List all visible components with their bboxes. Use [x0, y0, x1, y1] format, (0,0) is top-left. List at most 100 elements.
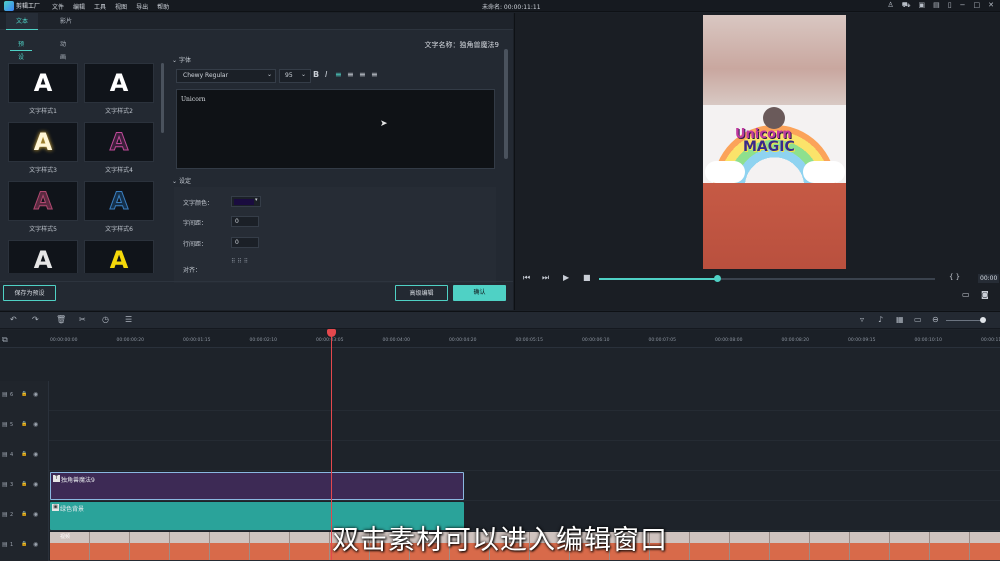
style-preview: A — [84, 240, 154, 273]
settings-section-title[interactable]: ⌄ 设定 — [172, 176, 191, 185]
track-type-icon: ▤ — [2, 481, 8, 488]
divider — [0, 281, 513, 282]
text-style-item[interactable]: A 文字样式3 — [8, 122, 78, 179]
visibility-icon[interactable]: ◉ — [33, 511, 38, 518]
align-grid-icon[interactable]: ⠿ ⠿ ⠿ — [231, 258, 248, 265]
play-icon[interactable]: ▶ — [563, 273, 569, 282]
gift-icon[interactable]: ▣ — [919, 1, 926, 10]
text-style-item[interactable]: A — [84, 240, 154, 273]
style-label: 文字样式3 — [29, 167, 57, 174]
playback-controls: ⏮ ⏭ ▶ ■ { } 00:00 — [515, 271, 1000, 287]
panel-scrollbar[interactable] — [504, 49, 508, 159]
ruler-tick-label: 00:00:10:10 — [914, 338, 942, 343]
font-family-select[interactable]: Chewy Regular — [176, 69, 276, 83]
visibility-icon[interactable]: ◉ — [33, 391, 38, 398]
advanced-edit-button[interactable]: 高级编辑 — [395, 285, 448, 301]
font-section-title[interactable]: ⌄ 字体 — [172, 55, 191, 64]
save-preset-button[interactable]: 保存为预设 — [3, 285, 56, 301]
zoom-slider[interactable] — [946, 320, 984, 321]
letter-spacing-stepper[interactable]: 0 — [231, 216, 259, 227]
text-style-item[interactable]: A 文字样式4 — [84, 122, 154, 179]
restore-icon[interactable]: □ — [974, 1, 981, 10]
text-content-input[interactable]: Unicorn — [176, 89, 495, 169]
align-right-icon[interactable]: ≡ — [359, 70, 366, 79]
phone-icon[interactable]: ▯ — [948, 1, 952, 10]
undo-icon[interactable]: ↶ — [10, 315, 17, 324]
text-style-item[interactable]: A 文字样式5 — [8, 181, 78, 238]
track-header: ▤ 3 🔒 ◉ — [0, 471, 49, 501]
title-clip[interactable]: T 独角兽魔法9 — [50, 472, 464, 500]
menu-tools[interactable]: 工具 — [94, 2, 106, 11]
menu-file[interactable]: 文件 — [52, 2, 64, 11]
tab-movie[interactable]: 影片 — [50, 13, 82, 30]
menu-view[interactable]: 视图 — [115, 2, 127, 11]
lock-icon[interactable]: 🔒 — [21, 511, 27, 517]
track-row[interactable]: ▤ 4 🔒 ◉ — [0, 441, 1000, 471]
subtitle-icon[interactable]: ▭ — [914, 315, 922, 324]
subtab-preset[interactable]: 预设 — [10, 38, 33, 61]
user-icon[interactable]: ♙ — [887, 1, 893, 10]
preview-panel: Unicorn MAGIC ⏮ ⏭ ▶ ■ { } 00:00 ▭ ◙ — [514, 13, 1000, 310]
camera-icon[interactable]: ◙ — [981, 290, 989, 299]
letter-spacing-label: 字间距： — [183, 220, 208, 227]
main-menu: 文件 编辑 工具 视图 导出 帮助 — [52, 2, 169, 11]
bold-button[interactable]: B — [313, 70, 319, 79]
text-style-item[interactable]: A — [8, 240, 78, 273]
track-row[interactable]: ▤ 6 🔒 ◉ — [0, 381, 1000, 411]
speed-icon[interactable]: ◷ — [102, 315, 109, 324]
align-center-icon[interactable]: ≡ — [347, 70, 354, 79]
lock-icon[interactable]: 🔒 — [21, 421, 27, 427]
align-left-icon[interactable]: ≡ — [335, 70, 342, 79]
styles-scrollbar[interactable] — [161, 63, 164, 133]
cut-icon[interactable]: ✂ — [79, 315, 86, 324]
text-style-item[interactable]: A 文字样式2 — [84, 63, 154, 120]
delete-icon[interactable]: 🗑 — [56, 315, 66, 324]
redo-icon[interactable]: ↷ — [32, 315, 39, 324]
subtab-animation[interactable]: 动画 — [52, 38, 74, 61]
mixer-icon[interactable]: ▦ — [896, 315, 904, 324]
menu-export[interactable]: 导出 — [136, 2, 148, 11]
cart-icon[interactable]: ⛟ — [902, 1, 911, 10]
minimize-icon[interactable]: − — [960, 1, 966, 10]
mark-in-out-icon[interactable]: { } — [949, 273, 960, 281]
cloud-graphic — [705, 161, 745, 183]
align-justify-icon[interactable]: ≡ — [371, 70, 378, 79]
progress-handle[interactable] — [713, 275, 721, 282]
text-style-item[interactable]: A 文字样式6 — [84, 181, 154, 238]
zoom-out-icon[interactable]: ⊖ — [932, 315, 939, 324]
ruler-tick-label: 00:00:01:15 — [183, 338, 211, 343]
time-ruler[interactable]: ⧉ 00:00:00:00 00:00:00:20 00:00:01:15 00:00… — [0, 330, 1000, 348]
screen-icon[interactable]: ▭ — [962, 290, 970, 299]
video-preview[interactable]: Unicorn MAGIC — [703, 15, 846, 269]
italic-button[interactable]: I — [325, 70, 327, 79]
image-clip-icon: ▣ — [52, 504, 59, 511]
track-settings-icon[interactable]: ⧉ — [2, 335, 8, 345]
zoom-handle[interactable] — [980, 317, 986, 323]
chevron-down-icon: ⌄ — [172, 57, 178, 64]
menu-edit[interactable]: 编辑 — [73, 2, 85, 11]
text-color-picker[interactable]: ▾ — [231, 196, 261, 207]
visibility-icon[interactable]: ◉ — [33, 451, 38, 458]
tab-text[interactable]: 文本 — [6, 13, 39, 30]
style-preview: A — [84, 63, 154, 103]
ok-button[interactable]: 确认 — [453, 285, 506, 301]
visibility-icon[interactable]: ◉ — [33, 481, 38, 488]
lock-icon[interactable]: 🔒 — [21, 481, 27, 487]
microphone-icon[interactable]: ♪ — [878, 315, 883, 324]
text-style-item[interactable]: A 文字样式1 — [8, 63, 78, 120]
save-icon[interactable]: ▤ — [933, 1, 940, 10]
marker-icon[interactable]: ▿ — [860, 315, 864, 324]
line-spacing-stepper[interactable]: 0 — [231, 237, 259, 248]
close-icon[interactable]: ✕ — [988, 1, 994, 10]
visibility-icon[interactable]: ◉ — [33, 421, 38, 428]
adjust-icon[interactable]: ☰ — [125, 315, 132, 324]
lock-icon[interactable]: 🔒 — [21, 451, 27, 457]
track-row[interactable]: ▤ 5 🔒 ◉ — [0, 411, 1000, 441]
stop-icon[interactable]: ■ — [583, 273, 591, 282]
menu-help[interactable]: 帮助 — [157, 2, 169, 11]
previous-frame-icon[interactable]: ⏮ — [523, 273, 530, 283]
lock-icon[interactable]: 🔒 — [21, 391, 27, 397]
next-frame-icon[interactable]: ⏭ — [542, 273, 549, 283]
playback-progress[interactable] — [599, 275, 935, 282]
font-size-select[interactable]: 95 — [279, 69, 311, 83]
